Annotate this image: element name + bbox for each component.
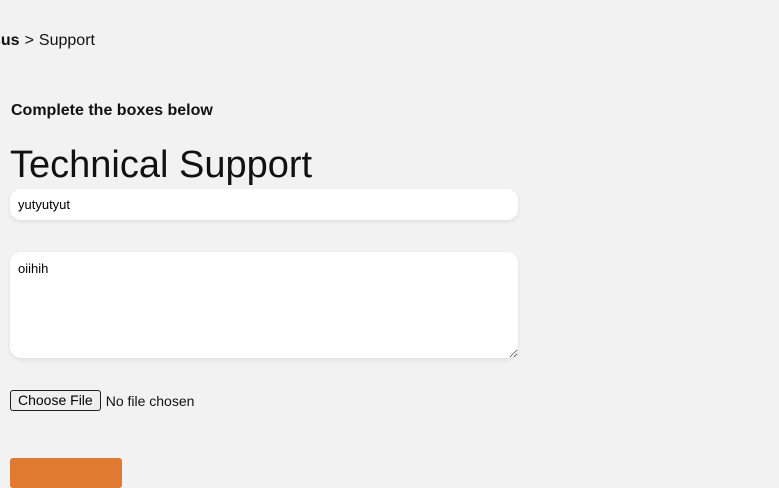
choose-file-button[interactable]: Choose File [10, 390, 101, 411]
message-textarea[interactable]: oiihih [10, 252, 518, 358]
file-status: No file chosen [105, 392, 195, 409]
subject-input[interactable] [10, 189, 518, 220]
breadcrumb: sus>Support [0, 31, 95, 51]
form-instruction: Complete the boxes below [11, 102, 213, 119]
submit-button[interactable] [10, 458, 122, 488]
breadcrumb-current: Support [38, 32, 95, 49]
file-upload: Choose File No file chosen [10, 390, 194, 411]
breadcrumb-root-link[interactable]: sus [0, 32, 20, 49]
page-title: Technical Support [10, 144, 313, 186]
breadcrumb-separator: > [24, 32, 34, 49]
